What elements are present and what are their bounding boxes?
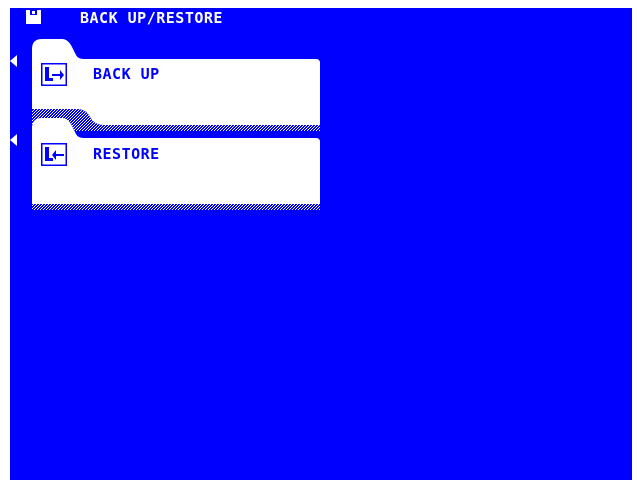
folder-tab-shape <box>32 118 320 210</box>
backup-arrow-icon <box>41 63 67 86</box>
page-title: BACK UP/RESTORE <box>80 9 223 27</box>
selection-cursor-icon <box>10 55 17 67</box>
menu-item-label: RESTORE <box>93 145 160 163</box>
restore-arrow-icon <box>41 143 67 166</box>
selection-cursor-icon <box>10 134 17 146</box>
lcd-screen: BACK UP/RESTORE BACK UP RESTORE <box>10 8 632 480</box>
floppy-disk-icon <box>26 10 41 24</box>
menu-item-restore[interactable]: RESTORE <box>32 118 320 210</box>
menu-item-label: BACK UP <box>93 65 160 83</box>
